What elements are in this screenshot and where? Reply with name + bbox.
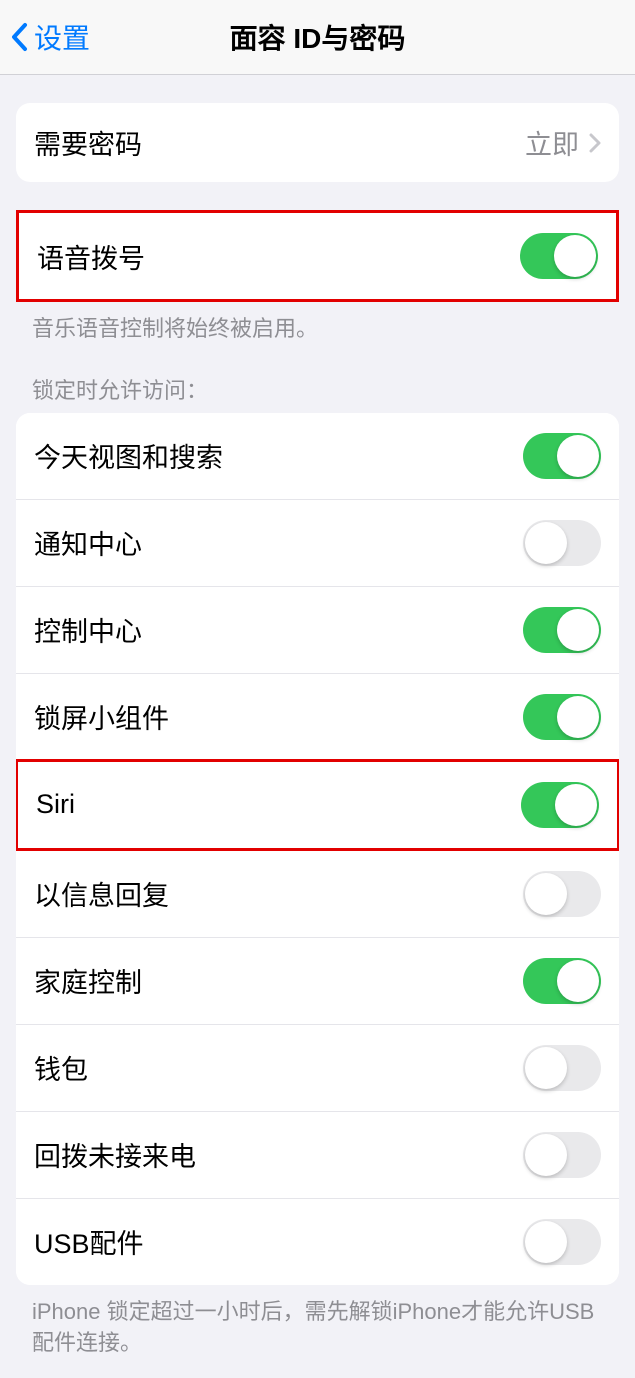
- row-locked-item: 钱包: [16, 1024, 619, 1111]
- row-label: 通知中心: [34, 523, 523, 562]
- row-locked-item: Siri: [18, 762, 617, 848]
- row-label: 以信息回复: [34, 874, 523, 913]
- back-button[interactable]: 设置: [10, 17, 90, 57]
- row-label: 今天视图和搜索: [34, 436, 523, 475]
- chevron-right-icon: [589, 133, 601, 153]
- group-require-passcode: 需要密码 立即: [16, 103, 619, 182]
- row-value: 立即: [525, 123, 579, 162]
- voice-dial-footer: 音乐语音控制将始终被启用。: [0, 302, 635, 345]
- locked-item-toggle[interactable]: [523, 520, 601, 566]
- row-locked-item: 今天视图和搜索: [16, 413, 619, 499]
- voice-dial-toggle[interactable]: [520, 233, 598, 279]
- nav-header: 设置 面容 ID与密码: [0, 0, 635, 75]
- toggle-knob: [554, 235, 596, 277]
- row-label: 控制中心: [34, 610, 523, 649]
- row-require-passcode[interactable]: 需要密码 立即: [16, 103, 619, 182]
- row-label: 需要密码: [34, 123, 525, 162]
- toggle-knob: [525, 522, 567, 564]
- locked-item-toggle[interactable]: [523, 958, 601, 1004]
- row-locked-item: 控制中心: [16, 586, 619, 673]
- toggle-knob: [525, 873, 567, 915]
- toggle-knob: [557, 960, 599, 1002]
- highlighted-row: Siri: [16, 759, 619, 851]
- locked-section-footer: iPhone 锁定超过一小时后，需先解锁iPhone才能允许USB 配件连接。: [0, 1285, 635, 1359]
- locked-item-toggle[interactable]: [523, 871, 601, 917]
- back-label: 设置: [34, 17, 90, 57]
- row-locked-item: 通知中心: [16, 499, 619, 586]
- toggle-knob: [557, 609, 599, 651]
- row-label: 回拨未接来电: [34, 1135, 523, 1174]
- locked-item-toggle[interactable]: [523, 1045, 601, 1091]
- toggle-knob: [525, 1047, 567, 1089]
- locked-item-toggle[interactable]: [523, 694, 601, 740]
- locked-item-toggle[interactable]: [523, 607, 601, 653]
- row-locked-item: 家庭控制: [16, 937, 619, 1024]
- toggle-knob: [557, 435, 599, 477]
- row-locked-item: 以信息回复: [16, 851, 619, 937]
- row-label: 钱包: [34, 1048, 523, 1087]
- locked-item-toggle[interactable]: [523, 1132, 601, 1178]
- content: 需要密码 立即 语音拨号 音乐语音控制将始终被启用。 锁定时允许访问： 今天视图…: [0, 103, 635, 1378]
- toggle-knob: [557, 696, 599, 738]
- locked-item-toggle[interactable]: [523, 433, 601, 479]
- row-label: 家庭控制: [34, 961, 523, 1000]
- row-voice-dial: 语音拨号: [19, 213, 616, 299]
- locked-item-toggle[interactable]: [523, 1219, 601, 1265]
- locked-item-toggle[interactable]: [521, 782, 599, 828]
- chevron-left-icon: [10, 22, 28, 52]
- group-voice-dial: 语音拨号: [16, 210, 619, 302]
- row-label: 语音拨号: [37, 237, 520, 276]
- row-locked-item: 锁屏小组件: [16, 673, 619, 760]
- row-label: 锁屏小组件: [34, 697, 523, 736]
- row-locked-item: USB配件: [16, 1198, 619, 1285]
- row-label: USB配件: [34, 1222, 523, 1261]
- group-locked-access: 今天视图和搜索通知中心控制中心锁屏小组件 Siri 以信息回复家庭控制钱包回拨未接来…: [16, 413, 619, 1285]
- toggle-knob: [525, 1221, 567, 1263]
- row-locked-item: 回拨未接来电: [16, 1111, 619, 1198]
- row-label: Siri: [36, 789, 521, 820]
- locked-section-header: 锁定时允许访问：: [0, 345, 635, 413]
- toggle-knob: [555, 784, 597, 826]
- toggle-knob: [525, 1134, 567, 1176]
- page-title: 面容 ID与密码: [0, 17, 635, 57]
